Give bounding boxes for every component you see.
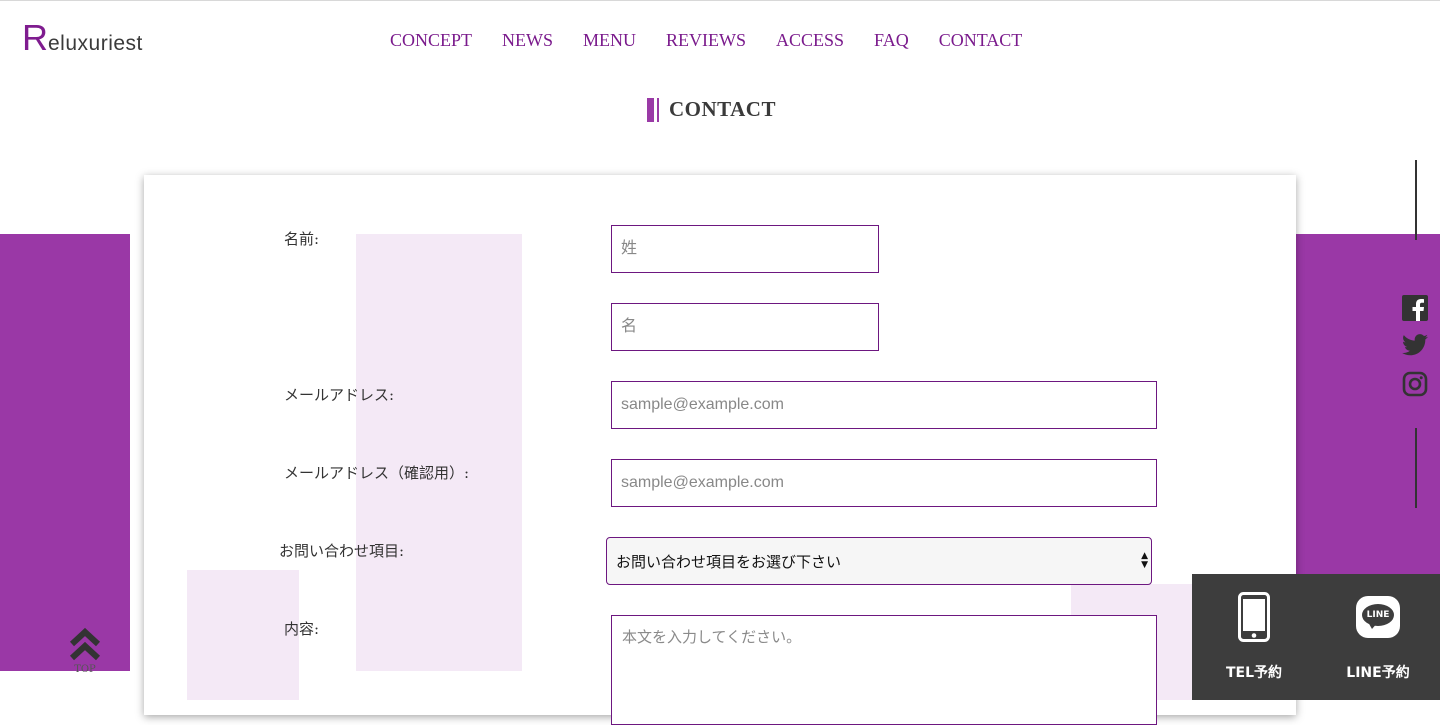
left-purple-band xyxy=(0,234,130,671)
nav-concept[interactable]: CONCEPT xyxy=(390,29,472,51)
tel-reserve-label: TEL予約 xyxy=(1225,665,1283,681)
email-confirm-input[interactable] xyxy=(611,459,1157,507)
email-label: メールアドレス: xyxy=(284,386,395,404)
social-divider-bottom xyxy=(1415,428,1417,508)
back-to-top-label: TOP xyxy=(74,664,96,675)
name-label: 名前: xyxy=(284,230,320,248)
page-title: CONTACT xyxy=(647,97,776,122)
inquiry-select[interactable]: お問い合わせ項目をお選び下さい ▲ ▼ xyxy=(606,537,1152,585)
content-label: 内容: xyxy=(284,620,320,638)
inquiry-label: お問い合わせ項目: xyxy=(279,542,405,560)
title-accent-bar xyxy=(647,97,654,122)
twitter-icon[interactable] xyxy=(1402,333,1428,359)
line-reserve-button[interactable]: LINE LINE予約 xyxy=(1316,574,1440,700)
site-logo[interactable]: Reluxuriest xyxy=(22,20,143,56)
tel-reserve-button[interactable]: TEL予約 xyxy=(1192,574,1316,700)
inquiry-select-value: お問い合わせ項目をお選び下さい xyxy=(616,552,842,571)
email-input[interactable] xyxy=(611,381,1157,429)
nav-faq[interactable]: FAQ xyxy=(874,29,909,51)
line-badge-text: LINE xyxy=(1366,610,1390,620)
instagram-icon[interactable] xyxy=(1402,371,1428,397)
page-title-text: CONTACT xyxy=(669,97,776,121)
nav-news[interactable]: NEWS xyxy=(502,29,553,51)
last-name-input[interactable] xyxy=(611,225,879,273)
nav-access[interactable]: ACCESS xyxy=(776,29,844,51)
title-accent-bar-thin xyxy=(657,97,659,122)
decorative-block xyxy=(187,570,299,700)
logo-text: eluxuriest xyxy=(48,32,143,55)
content-textarea[interactable] xyxy=(611,615,1157,725)
nav-reviews[interactable]: REVIEWS xyxy=(666,29,746,51)
social-divider-top xyxy=(1415,160,1417,240)
double-chevron-up-icon xyxy=(69,627,101,661)
decorative-block xyxy=(356,234,522,671)
nav-contact[interactable]: CONTACT xyxy=(939,29,1023,51)
logo-initial: R xyxy=(22,17,48,58)
line-reserve-label: LINE予約 xyxy=(1346,665,1410,681)
first-name-input[interactable] xyxy=(611,303,879,351)
email-confirm-label: メールアドレス（確認用）: xyxy=(284,464,470,482)
facebook-icon[interactable] xyxy=(1402,295,1428,321)
reservation-panel: TEL予約 LINE LINE予約 xyxy=(1192,574,1440,700)
nav-menu[interactable]: MENU xyxy=(583,29,636,51)
main-nav: CONCEPT NEWS MENU REVIEWS ACCESS FAQ CON… xyxy=(390,29,1052,51)
smartphone-icon xyxy=(1238,592,1270,642)
back-to-top-button[interactable]: TOP xyxy=(68,626,102,675)
select-arrows-icon: ▲ ▼ xyxy=(1141,551,1148,570)
line-icon: LINE xyxy=(1356,596,1400,638)
top-border xyxy=(0,0,1440,1)
